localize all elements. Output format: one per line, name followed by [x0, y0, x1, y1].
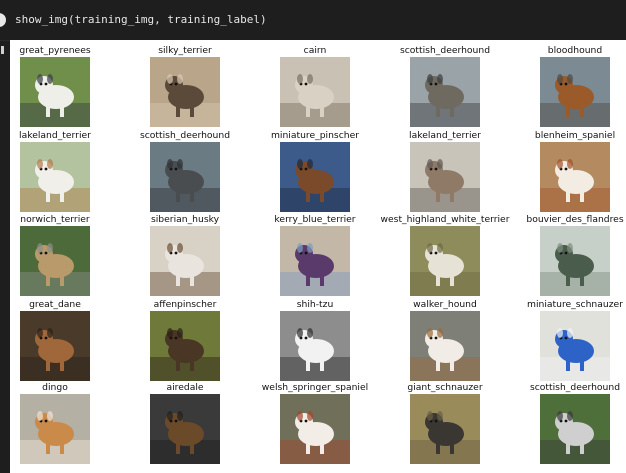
- dog-photo: [410, 57, 480, 127]
- image-label: siberian_husky: [150, 214, 220, 225]
- dog-photo: [280, 394, 350, 464]
- run-cell-icon[interactable]: [0, 13, 6, 27]
- dog-photo: [540, 57, 610, 127]
- dog-photo: [280, 57, 350, 127]
- dog-photo: [20, 311, 90, 381]
- image-label: norwich_terrier: [20, 214, 90, 225]
- image-label: silky_terrier: [158, 45, 212, 56]
- dog-photo: [540, 226, 610, 296]
- image-label: scottish_deerhound: [529, 382, 621, 393]
- image-label: walker_hound: [413, 299, 477, 310]
- image-label: blenheim_spaniel: [534, 130, 616, 141]
- image-label: bloodhound: [547, 45, 603, 56]
- image-label: scottish_deerhound: [399, 45, 491, 56]
- dog-photo: [410, 394, 480, 464]
- dog-photo: [410, 226, 480, 296]
- image-label: great_pyrenees: [19, 45, 91, 56]
- image-label: bouvier_des_flandres: [526, 214, 624, 225]
- dog-photo: [150, 142, 220, 212]
- image-label: cairn: [303, 45, 327, 56]
- image-label: welsh_springer_spaniel: [261, 382, 369, 393]
- image-label: miniature_schnauzer: [527, 299, 623, 310]
- dog-photo: [280, 311, 350, 381]
- dog-photo: [540, 142, 610, 212]
- image-label: miniature_pinscher: [270, 130, 360, 141]
- image-label: giant_schnauzer: [407, 382, 483, 393]
- image-label: airedale: [166, 382, 204, 393]
- dog-photo: [410, 311, 480, 381]
- image-label: affenpinscher: [153, 299, 217, 310]
- image-label: scottish_deerhound: [139, 130, 231, 141]
- dog-photo: [150, 311, 220, 381]
- dog-photo: [20, 57, 90, 127]
- dog-photo: [150, 394, 220, 464]
- image-label: shih-tzu: [296, 299, 334, 310]
- dog-photo: [150, 57, 220, 127]
- dog-photo: [150, 226, 220, 296]
- dog-photo: [410, 142, 480, 212]
- dog-photo: [20, 394, 90, 464]
- cell-output: great_pyrenees silky_terrier cairn scott…: [10, 40, 626, 473]
- dog-photo: [20, 142, 90, 212]
- image-label: lakeland_terrier: [19, 130, 91, 141]
- image-label: kerry_blue_terrier: [274, 214, 356, 225]
- dog-photo: [280, 226, 350, 296]
- image-label: dingo: [42, 382, 68, 393]
- dog-photo: [540, 394, 610, 464]
- image-label: great_dane: [29, 299, 81, 310]
- image-label: lakeland_terrier: [409, 130, 481, 141]
- cell-code[interactable]: show_img(training_img, training_label): [15, 13, 267, 26]
- image-label: west_highland_white_terrier: [380, 214, 510, 225]
- dog-photo: [20, 226, 90, 296]
- dog-photo: [540, 311, 610, 381]
- code-cell[interactable]: show_img(training_img, training_label): [0, 0, 626, 41]
- dog-photo: [280, 142, 350, 212]
